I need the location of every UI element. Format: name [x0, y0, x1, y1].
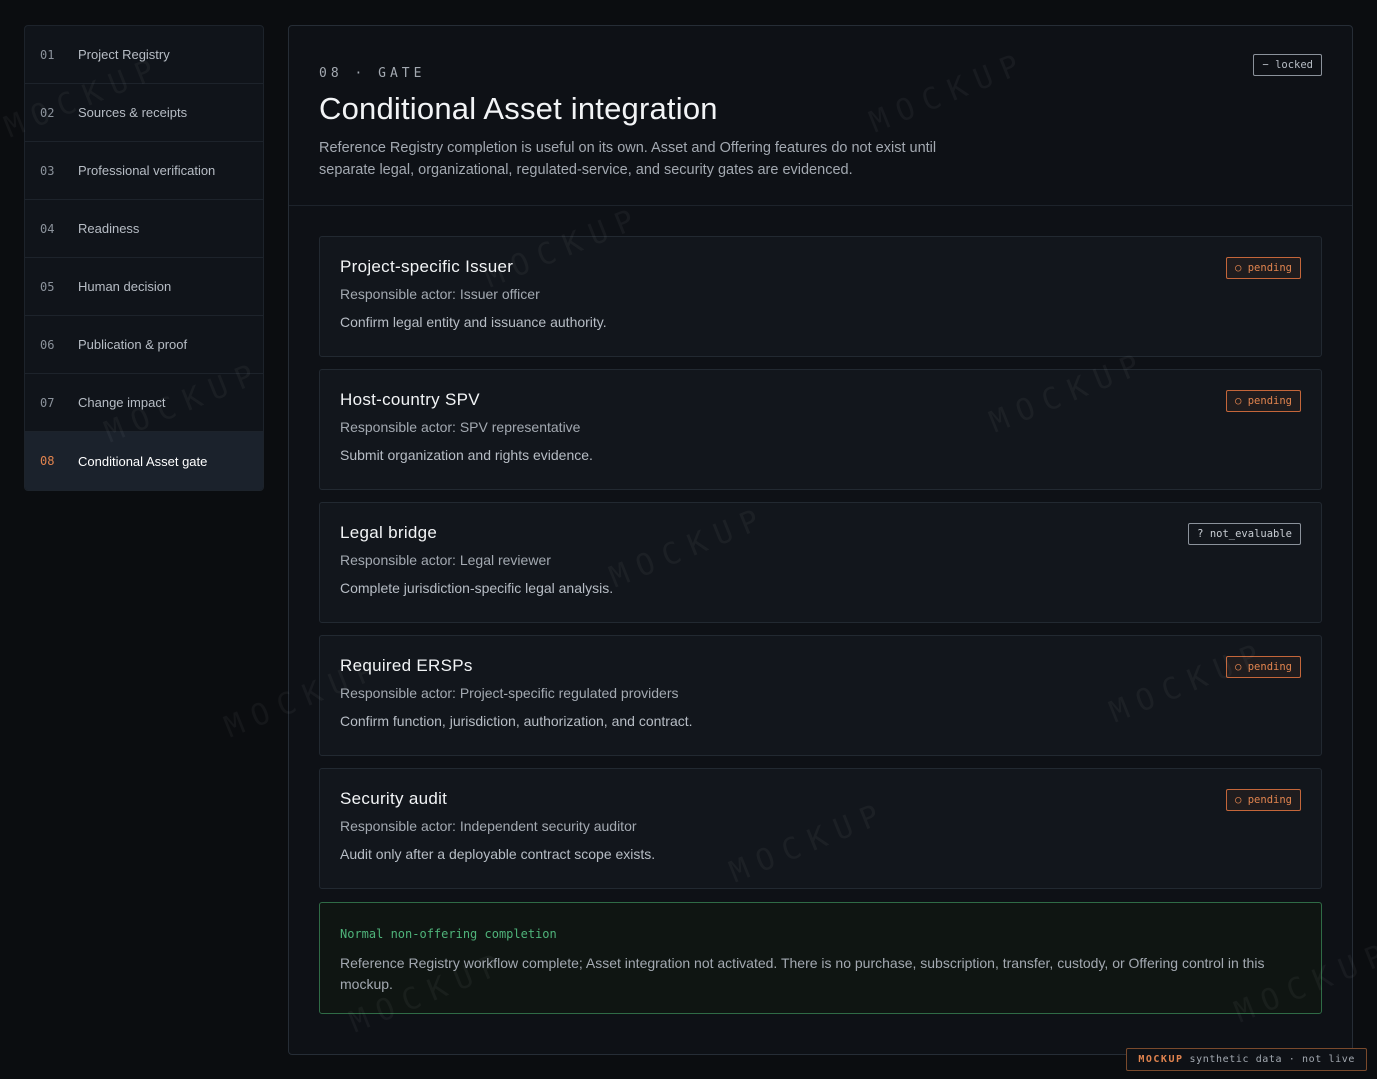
gate-note: Complete jurisdiction-specific legal ana… [340, 580, 614, 596]
step-label: Conditional Asset gate [78, 453, 208, 469]
gate-card-issuer: Project-specific Issuer Responsible acto… [319, 236, 1322, 357]
page-title: Conditional Asset integration [319, 91, 718, 126]
gate-title: Security audit [340, 789, 448, 808]
step-number: 02 [40, 105, 55, 120]
step-number: 07 [40, 395, 55, 410]
completion-title: Normal non-offering completion [340, 927, 557, 941]
not-evaluable-status-badge: ? not_evaluable [1188, 523, 1301, 545]
step-number: 03 [40, 163, 55, 178]
gate-title: Host-country SPV [340, 390, 480, 409]
completion-text: Reference Registry workflow complete; As… [340, 955, 1265, 992]
step-number: 05 [40, 279, 55, 294]
gate-actor: Responsible actor: SPV representative [340, 419, 581, 435]
gate-title: Legal bridge [340, 523, 438, 542]
gate-requirements-list: Project-specific Issuer Responsible acto… [289, 206, 1352, 889]
gate-title: Required ERSPs [340, 656, 473, 675]
mockup-disclaimer: synthetic data · not live [1189, 1054, 1355, 1065]
pending-status-badge: ○ pending [1226, 257, 1301, 279]
gate-header: 08 · GATE Conditional Asset integration … [289, 26, 1352, 206]
sidebar-item-publication-proof[interactable]: 06 Publication & proof [25, 316, 263, 374]
pending-status-badge: ○ pending [1226, 789, 1301, 811]
step-label: Readiness [78, 221, 140, 236]
step-label: Human decision [78, 279, 172, 294]
gate-note: Audit only after a deployable contract s… [340, 846, 656, 862]
step-label: Publication & proof [78, 337, 188, 352]
gate-actor: Responsible actor: Independent security … [340, 818, 637, 834]
gate-card-security-audit: Security audit Responsible actor: Indepe… [319, 768, 1322, 889]
sidebar-item-sources-receipts[interactable]: 02 Sources & receipts [25, 84, 263, 142]
sidebar-item-professional-verification[interactable]: 03 Professional verification [25, 142, 263, 200]
gate-card-legal-bridge: Legal bridge Responsible actor: Legal re… [319, 502, 1322, 623]
gate-note: Confirm legal entity and issuance author… [340, 314, 607, 330]
gate-actor: Responsible actor: Legal reviewer [340, 552, 551, 568]
step-label: Sources & receipts [78, 105, 188, 120]
locked-status-badge: − locked [1253, 54, 1322, 76]
completion-notice: Normal non-offering completion Reference… [319, 902, 1322, 1014]
step-label: Professional verification [78, 163, 216, 178]
gate-title: Project-specific Issuer [340, 257, 514, 276]
gate-actor: Responsible actor: Issuer officer [340, 286, 540, 302]
sidebar-item-change-impact[interactable]: 07 Change impact [25, 374, 263, 432]
mockup-footer-tag: MOCKUP synthetic data · not live [1126, 1048, 1367, 1071]
step-sidebar: 01 Project Registry 02 Sources & receipt… [24, 25, 264, 491]
sidebar-item-readiness[interactable]: 04 Readiness [25, 200, 263, 258]
step-eyebrow: 08 · GATE [319, 66, 426, 81]
sidebar-item-human-decision[interactable]: 05 Human decision [25, 258, 263, 316]
step-number: 04 [40, 221, 55, 236]
sidebar-item-project-registry[interactable]: 01 Project Registry [25, 26, 263, 84]
page-description: Reference Registry completion is useful … [319, 140, 937, 178]
step-number: 08 [40, 454, 55, 468]
step-number: 06 [40, 337, 55, 352]
gate-card-ersps: Required ERSPs Responsible actor: Projec… [319, 635, 1322, 756]
step-label: Change impact [78, 395, 166, 410]
gate-actor: Responsible actor: Project-specific regu… [340, 685, 679, 701]
step-number: 01 [40, 47, 55, 62]
pending-status-badge: ○ pending [1226, 390, 1301, 412]
gate-panel: 08 · GATE Conditional Asset integration … [288, 25, 1353, 1055]
mockup-label: MOCKUP [1138, 1054, 1184, 1065]
gate-card-spv: Host-country SPV Responsible actor: SPV … [319, 369, 1322, 490]
gate-note: Submit organization and rights evidence. [340, 447, 593, 463]
sidebar-item-conditional-asset-gate[interactable]: 08 Conditional Asset gate [25, 432, 263, 490]
pending-status-badge: ○ pending [1226, 656, 1301, 678]
gate-note: Confirm function, jurisdiction, authoriz… [340, 713, 693, 729]
step-label: Project Registry [78, 47, 170, 62]
